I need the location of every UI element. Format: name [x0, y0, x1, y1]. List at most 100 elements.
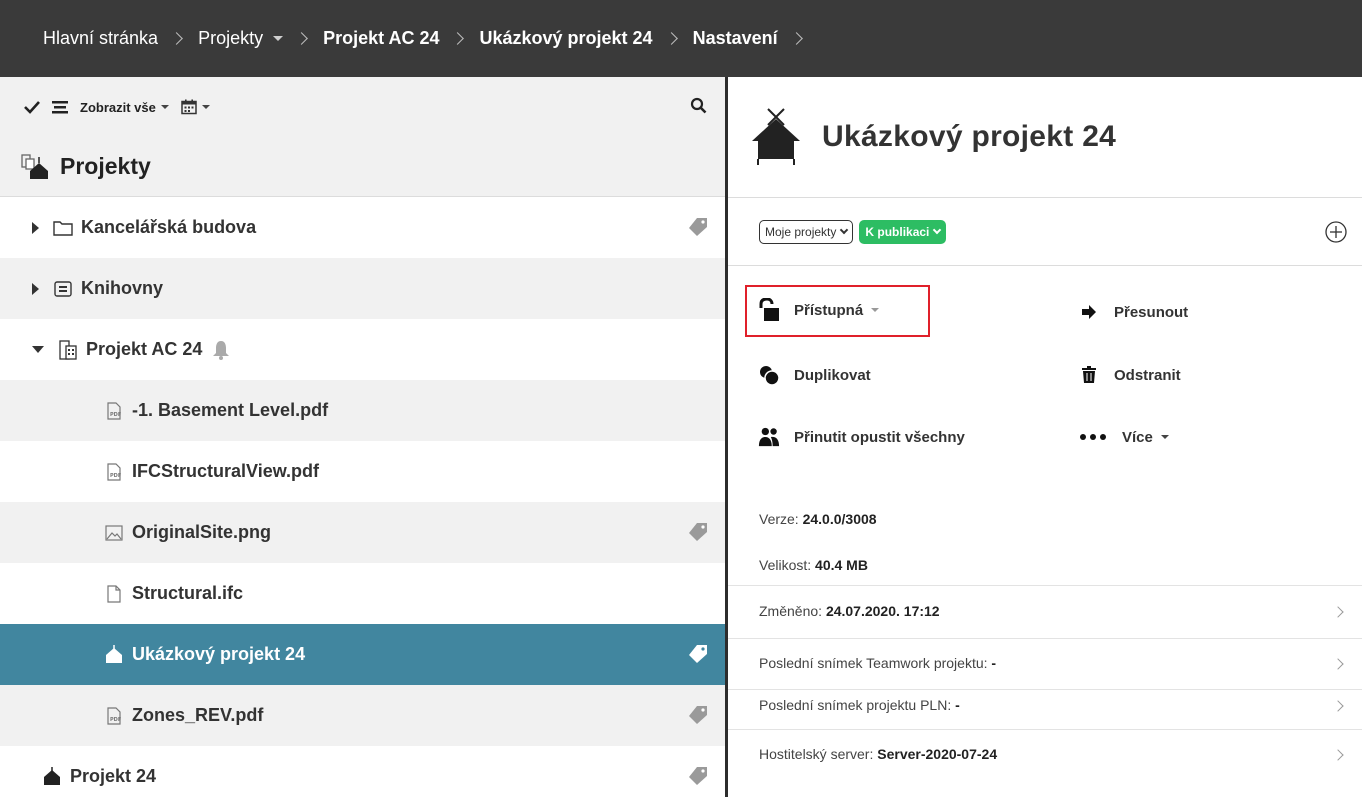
force-leave-label: Přinutit opustit všechny — [794, 428, 965, 446]
tag-icon[interactable] — [687, 217, 709, 242]
caret-down-icon[interactable] — [273, 36, 284, 41]
check-icon[interactable] — [24, 100, 40, 114]
pdf-icon: PDF — [104, 706, 124, 726]
trash-icon — [1078, 364, 1100, 386]
force-leave-button[interactable]: Přinutit opustit všechny — [758, 426, 965, 448]
tree-item-structural-ifc[interactable]: Structural.ifc — [0, 563, 725, 624]
svg-text:PDF: PDF — [110, 412, 121, 418]
tree-item-ukazkovy-projekt-24[interactable]: Ukázkový projekt 24 — [0, 624, 725, 685]
access-dropdown[interactable]: Přístupná — [758, 298, 880, 321]
tree-header: Projekty — [0, 137, 725, 197]
breadcrumb-item-project-ac24[interactable]: Projekt AC 24 — [323, 28, 479, 49]
caret-down-icon — [201, 105, 210, 109]
breadcrumb-item-sample-project[interactable]: Ukázkový projekt 24 — [479, 28, 692, 49]
tree-item-label: Projekt AC 24 — [86, 339, 203, 359]
calendar-dropdown[interactable] — [181, 99, 210, 115]
tree-item-label: Structural.ifc — [132, 583, 244, 603]
bell-icon — [212, 340, 230, 360]
pdf-icon: PDF — [104, 462, 124, 482]
expand-arrow-icon[interactable] — [32, 221, 39, 234]
more-label: Více — [1122, 428, 1153, 446]
chevron-right-icon[interactable] — [1332, 700, 1344, 712]
info-divider — [728, 638, 1362, 639]
collapse-arrow-icon[interactable] — [32, 346, 44, 353]
users-icon — [758, 426, 780, 448]
breadcrumb-item-settings[interactable]: Nastavení — [693, 28, 818, 49]
chevron-right-icon — [789, 32, 803, 45]
tag-icon[interactable] — [687, 766, 709, 791]
tree-item-zones-rev-pdf[interactable]: PDF Zones_REV.pdf — [0, 685, 725, 746]
scope-dropdown[interactable]: Moje projekty — [759, 219, 854, 244]
svg-text:PDF: PDF — [110, 473, 121, 479]
chevron-right-icon[interactable] — [1332, 658, 1344, 670]
move-label: Přesunout — [1114, 303, 1189, 321]
info-pln-label: Poslední snímek projektu PLN: — [759, 697, 952, 713]
view-filter-label: Zobrazit vše — [80, 99, 156, 115]
info-modified[interactable]: Změněno: 24.07.2020. 17:12 — [759, 603, 940, 619]
breadcrumb: Hlavní stránka Projekty Projekt AC 24 Uk… — [0, 0, 1362, 77]
detail-filters: Moje projekty K publikaci — [728, 198, 1362, 266]
info-host-value: Server-2020-07-24 — [877, 746, 998, 762]
caret-down-icon — [871, 308, 880, 312]
chevron-right-icon — [664, 32, 678, 45]
chevron-right-icon[interactable] — [1332, 606, 1344, 618]
info-pln-snapshot[interactable]: Poslední snímek projektu PLN: - — [759, 697, 960, 713]
tree-item-kancelarska-budova[interactable]: Kancelářská budova — [0, 197, 725, 258]
info-host-server[interactable]: Hostitelský server: Server-2020-07-24 — [759, 746, 997, 762]
more-dropdown[interactable]: Více — [1078, 426, 1169, 448]
tree-item-projekt-24[interactable]: Projekt 24 — [0, 746, 725, 797]
project-detail-pane: Ukázkový projekt 24 Moje projekty K publ… — [728, 77, 1362, 797]
folder-icon — [53, 218, 73, 238]
arrow-right-icon — [1078, 301, 1100, 323]
delete-label: Odstranit — [1114, 366, 1181, 384]
tree-item-knihovny[interactable]: Knihovny — [0, 258, 725, 319]
move-button[interactable]: Přesunout — [1078, 301, 1188, 323]
expand-arrow-icon[interactable] — [32, 282, 39, 295]
chevron-right-icon[interactable] — [1332, 749, 1344, 761]
info-size-value: 40.4 MB — [815, 557, 868, 573]
chevron-right-icon — [295, 32, 308, 45]
info-modified-label: Změněno: — [759, 603, 823, 619]
project-icon — [752, 108, 800, 165]
tree-item-projekt-ac24[interactable]: Projekt AC 24 — [0, 319, 725, 380]
tag-icon[interactable] — [687, 705, 709, 730]
unlock-icon — [758, 298, 780, 321]
scope-label: Moje projekty — [765, 224, 837, 239]
tree-item-label: Zones_REV.pdf — [132, 705, 264, 725]
tag-icon[interactable] — [687, 522, 709, 547]
tag-icon[interactable] — [687, 644, 709, 669]
info-divider — [728, 585, 1362, 586]
info-modified-value: 24.07.2020. 17:12 — [825, 603, 940, 619]
view-filter-dropdown[interactable]: Zobrazit vše — [80, 100, 169, 115]
ellipsis-icon — [1078, 426, 1108, 448]
tree-item-label: -1. Basement Level.pdf — [132, 400, 329, 420]
info-teamwork-label: Poslední snímek Teamwork projektu: — [759, 655, 988, 671]
search-icon[interactable] — [690, 97, 707, 117]
project-tree-pane: Zobrazit vše Projekty Kancelářská budova… — [0, 77, 725, 797]
breadcrumb-item-home[interactable]: Hlavní stránka — [43, 28, 198, 49]
access-label: Přístupná — [794, 301, 864, 319]
caret-down-icon — [160, 105, 169, 109]
project-icon — [104, 644, 124, 665]
plus-circle-icon — [1325, 221, 1347, 243]
calendar-icon — [181, 99, 197, 115]
breadcrumb-item-projects[interactable]: Projekty — [198, 28, 323, 49]
tree-item-label: Ukázkový projekt 24 — [132, 644, 306, 664]
add-button[interactable] — [1324, 220, 1348, 249]
tree-item-label: OriginalSite.png — [132, 522, 272, 542]
duplicate-button[interactable]: Duplikovat — [758, 364, 871, 386]
chevron-right-icon — [451, 32, 465, 45]
delete-button[interactable]: Odstranit — [1078, 364, 1181, 386]
file-icon — [104, 584, 124, 604]
status-dropdown[interactable]: K publikaci — [859, 219, 947, 244]
sort-icon[interactable] — [52, 100, 68, 114]
detail-header: Ukázkový projekt 24 — [728, 77, 1362, 198]
info-teamwork-snapshot[interactable]: Poslední snímek Teamwork projektu: - — [759, 655, 996, 671]
tree-item-label: Kancelářská budova — [81, 217, 257, 237]
chevron-down-icon — [933, 225, 942, 235]
building-icon — [58, 339, 78, 360]
svg-text:PDF: PDF — [110, 717, 121, 723]
tree-item-basement-pdf[interactable]: PDF -1. Basement Level.pdf — [0, 380, 725, 441]
tree-item-ifcstructuralview-pdf[interactable]: PDF IFCStructuralView.pdf — [0, 441, 725, 502]
tree-item-originalsite-png[interactable]: OriginalSite.png — [0, 502, 725, 563]
